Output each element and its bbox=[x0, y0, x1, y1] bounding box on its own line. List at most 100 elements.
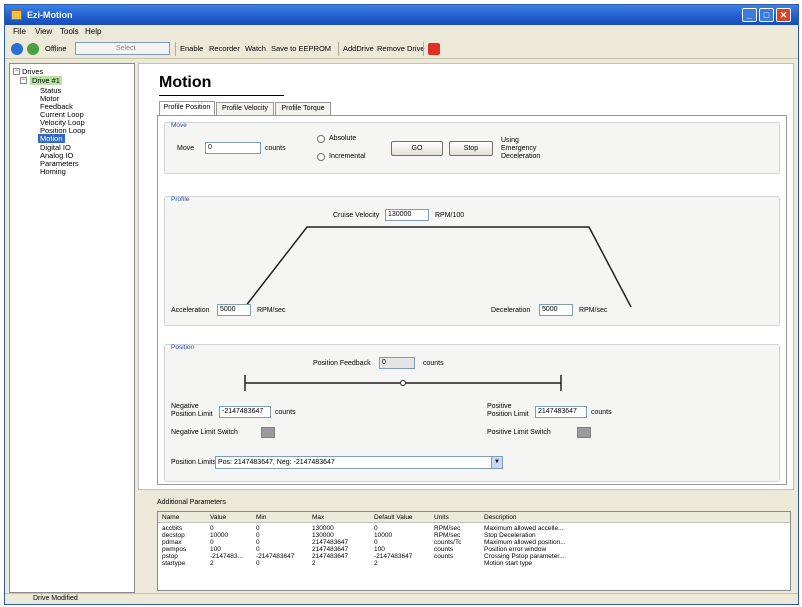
stop-button[interactable]: Stop bbox=[449, 141, 493, 156]
position-feedback-units: counts bbox=[423, 360, 444, 367]
move-group-label: Move bbox=[171, 122, 187, 129]
watch-button[interactable]: Watch bbox=[245, 44, 266, 53]
stop-icon[interactable] bbox=[428, 43, 440, 55]
deceleration-units: RPM/sec bbox=[579, 307, 608, 314]
table-cell: Crossing Pstop parameter... bbox=[484, 553, 565, 560]
table-cell[interactable]: accbits bbox=[162, 525, 182, 532]
move-input[interactable]: 0 bbox=[205, 142, 261, 154]
close-button[interactable]: ✕ bbox=[776, 8, 791, 22]
tab-profile-torque[interactable]: Profile Torque bbox=[275, 102, 331, 115]
toolbar: Offline Select Enable Recorder Watch Sav… bbox=[5, 39, 798, 59]
drive-tree: − Drives − Drive #1 Status Motor Feedbac… bbox=[9, 63, 135, 593]
table-cell: -2147483647 bbox=[374, 553, 413, 560]
tab-profile-velocity[interactable]: Profile Velocity bbox=[216, 102, 274, 115]
menu-bar: File View Tools Help bbox=[5, 25, 798, 39]
back-icon[interactable] bbox=[11, 43, 23, 55]
maximize-button[interactable]: □ bbox=[759, 8, 774, 22]
table-cell: 2 bbox=[374, 560, 378, 567]
column-header-default[interactable]: Default Value bbox=[374, 514, 413, 521]
absolute-radio[interactable] bbox=[317, 135, 325, 143]
table-cell: RPM/sec bbox=[434, 525, 461, 532]
incremental-radio[interactable] bbox=[317, 153, 325, 161]
table-cell[interactable]: 0 bbox=[210, 525, 214, 532]
position-feedback-label: Position Feedback bbox=[313, 360, 371, 367]
table-cell: 2 bbox=[312, 560, 316, 567]
app-window: Ezi-Motion _ □ ✕ File View Tools Help Of… bbox=[4, 4, 799, 605]
column-header-max[interactable]: Max bbox=[312, 514, 324, 521]
table-cell: counts bbox=[434, 546, 454, 553]
table-cell: 130000 bbox=[312, 525, 334, 532]
enable-button[interactable]: Enable bbox=[180, 44, 203, 53]
toolbar-separator bbox=[423, 42, 424, 56]
table-cell: RPM/sec bbox=[434, 532, 461, 539]
title-underline bbox=[159, 95, 284, 96]
table-cell[interactable]: pwmpos bbox=[162, 546, 186, 553]
table-cell[interactable]: startype bbox=[162, 560, 185, 567]
table-cell: Maximum allowed accelle... bbox=[484, 525, 564, 532]
save-eeprom-button[interactable]: Save to EEPROM bbox=[271, 44, 331, 53]
tree-drive[interactable]: Drive #1 bbox=[30, 76, 62, 85]
connect-icon[interactable] bbox=[27, 43, 39, 55]
go-button[interactable]: GO bbox=[391, 141, 443, 156]
table-cell: 2147483647 bbox=[312, 539, 349, 546]
table-cell: 0 bbox=[256, 539, 260, 546]
app-icon bbox=[11, 10, 22, 20]
negative-limit-input[interactable]: -2147483647 bbox=[219, 406, 271, 418]
add-drive-button[interactable]: AddDrive bbox=[343, 44, 374, 53]
column-header-value[interactable]: Value bbox=[210, 514, 226, 521]
collapse-icon[interactable]: − bbox=[13, 68, 20, 75]
status-text: Drive Modified bbox=[33, 595, 78, 602]
deceleration-input[interactable]: 5000 bbox=[539, 304, 573, 316]
tree-item-homing[interactable]: Homing bbox=[40, 167, 66, 176]
toolbar-separator bbox=[175, 42, 176, 56]
menu-file[interactable]: File bbox=[13, 27, 26, 36]
collapse-icon[interactable]: − bbox=[20, 77, 27, 84]
table-cell: -2147483647 bbox=[256, 553, 295, 560]
menu-view[interactable]: View bbox=[35, 27, 52, 36]
table-cell[interactable]: decstop bbox=[162, 532, 185, 539]
acceleration-units: RPM/sec bbox=[257, 307, 286, 314]
remove-drive-button[interactable]: Remove Drive bbox=[377, 44, 425, 53]
column-header-description[interactable]: Description bbox=[484, 514, 517, 521]
table-cell[interactable]: 10000 bbox=[210, 532, 228, 539]
connection-status: Offline bbox=[45, 44, 67, 53]
menu-help[interactable]: Help bbox=[85, 27, 101, 36]
table-cell[interactable]: 0 bbox=[210, 539, 214, 546]
positive-limit-label: Positive Position Limit bbox=[487, 403, 529, 418]
table-cell: 100 bbox=[374, 546, 385, 553]
tab-profile-position[interactable]: Profile Position bbox=[159, 101, 215, 115]
column-header-units[interactable]: Units bbox=[434, 514, 449, 521]
deceleration-label: Deceleration bbox=[491, 307, 531, 314]
params-title: Additional Parameters bbox=[157, 499, 226, 506]
table-cell[interactable]: pdmax bbox=[162, 539, 182, 546]
table-cell[interactable]: -2147483... bbox=[210, 553, 254, 560]
column-header-name[interactable]: Name bbox=[162, 514, 179, 521]
minimize-button[interactable]: _ bbox=[742, 8, 757, 22]
table-cell: 0 bbox=[256, 546, 260, 553]
acceleration-input[interactable]: 5000 bbox=[217, 304, 251, 316]
additional-parameters: Additional Parameters Name Value Min Max… bbox=[155, 497, 795, 593]
table-cell[interactable]: 100 bbox=[210, 546, 221, 553]
table-cell: Maximum allowed position... bbox=[484, 539, 566, 546]
negative-limit-units: counts bbox=[275, 409, 296, 416]
chevron-down-icon[interactable]: ▼ bbox=[491, 457, 502, 468]
page-title: Motion bbox=[159, 74, 212, 91]
position-limits-select[interactable]: Pos: 2147483647, Neg: -2147483647 ▼ bbox=[215, 456, 503, 469]
title-bar: Ezi-Motion _ □ ✕ bbox=[5, 5, 798, 25]
table-cell: 2147483647 bbox=[312, 546, 349, 553]
profile-group-label: Profile bbox=[171, 196, 190, 203]
table-cell: 130000 bbox=[312, 532, 334, 539]
toolbar-combo[interactable]: Select bbox=[75, 42, 170, 55]
menu-tools[interactable]: Tools bbox=[60, 27, 79, 36]
positive-limit-input[interactable]: 2147483647 bbox=[535, 406, 587, 418]
position-range-diagram bbox=[244, 375, 562, 391]
position-limits-value: Pos: 2147483647, Neg: -2147483647 bbox=[218, 459, 335, 466]
table-cell[interactable]: pstop bbox=[162, 553, 178, 560]
tree-root[interactable]: Drives bbox=[22, 67, 43, 76]
recorder-button[interactable]: Recorder bbox=[209, 44, 240, 53]
column-header-min[interactable]: Min bbox=[256, 514, 266, 521]
status-bar: Drive Modified bbox=[5, 593, 798, 604]
tree-item-motion[interactable]: Motion bbox=[38, 134, 65, 143]
table-cell[interactable]: 2 bbox=[210, 560, 214, 567]
position-feedback-value: 0 bbox=[379, 357, 415, 369]
